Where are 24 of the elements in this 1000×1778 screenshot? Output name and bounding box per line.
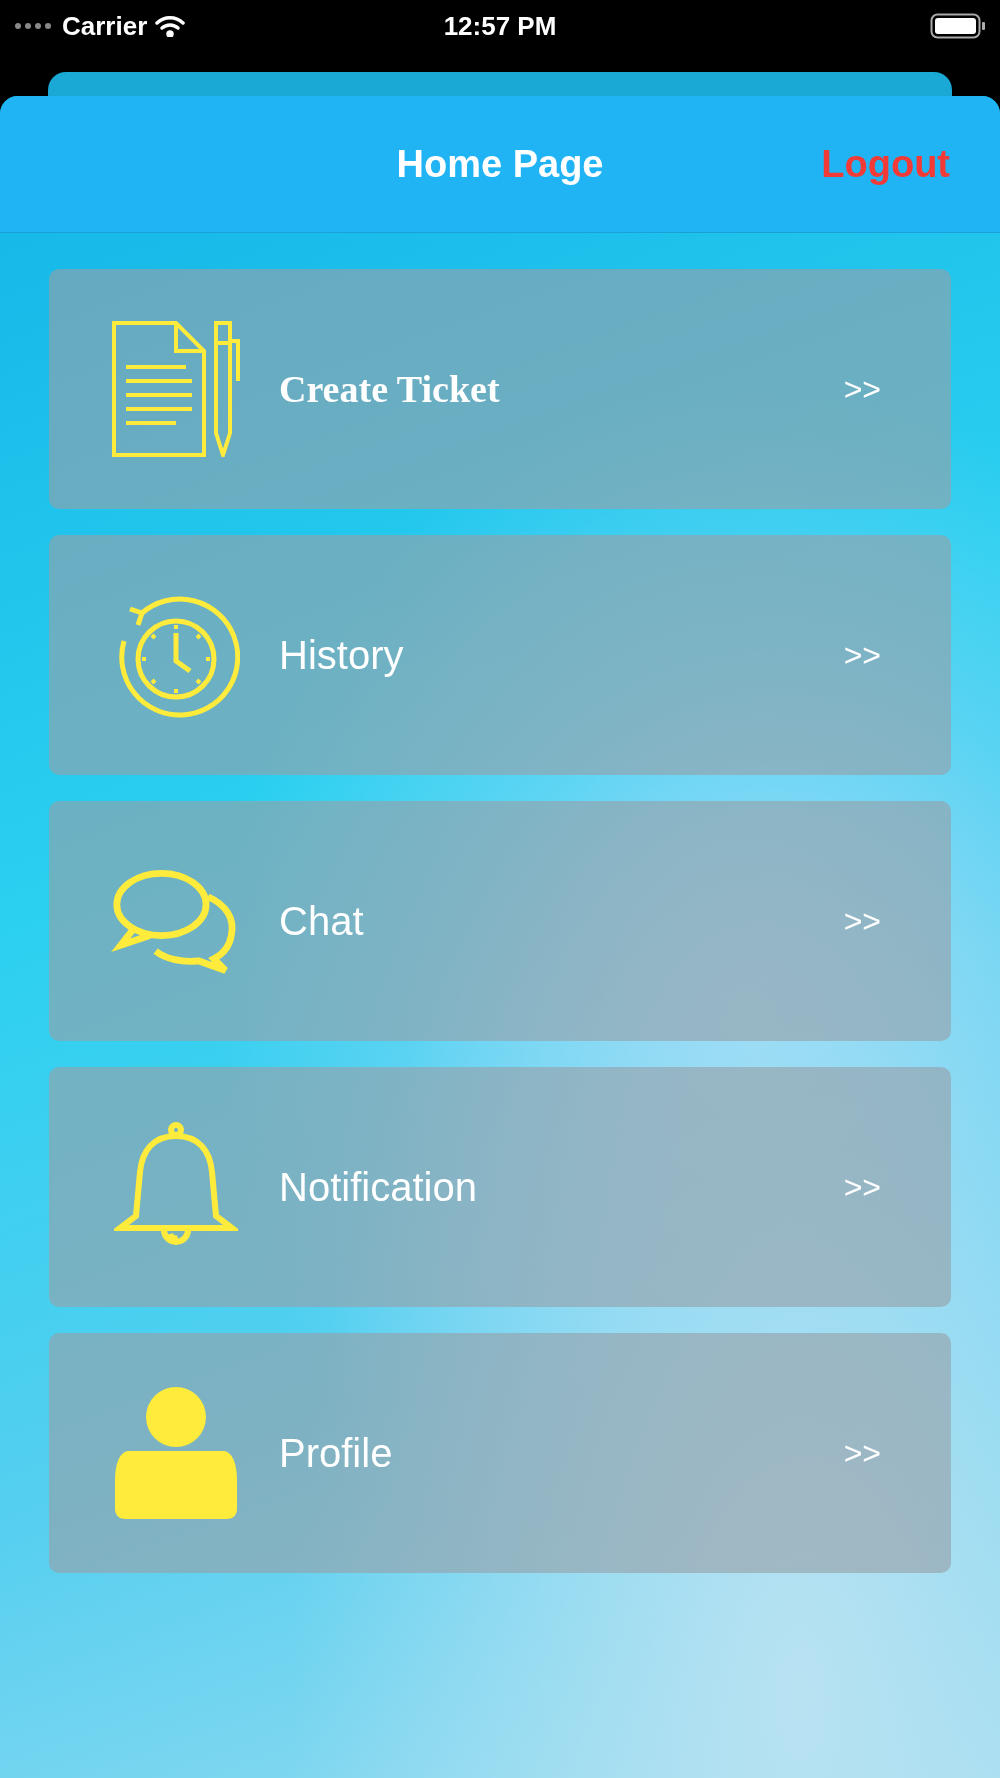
- menu-label: Create Ticket: [279, 367, 501, 411]
- chevron-text: >>: [843, 902, 881, 940]
- menu-label: History: [279, 632, 405, 678]
- chevron-text: >>: [843, 636, 881, 674]
- menu-card[interactable]: History >>: [49, 535, 951, 775]
- menu-card[interactable]: Notification >>: [49, 1067, 951, 1307]
- signal-icon: [14, 22, 54, 30]
- carrier-name: Carrier: [62, 10, 148, 42]
- user-icon: [115, 1387, 237, 1519]
- menu-card[interactable]: Chat >>: [49, 801, 951, 1041]
- document-pen-icon: [112, 321, 240, 457]
- menu-card[interactable]: Profile >>: [49, 1333, 951, 1573]
- battery-icon: [930, 13, 986, 39]
- menu-label: Notification: [279, 1164, 478, 1210]
- menu-label: Profile: [279, 1430, 394, 1476]
- chevron-text: >>: [843, 1168, 881, 1206]
- menu-card[interactable]: Create Ticket >>: [49, 269, 951, 509]
- wifi-icon: [155, 15, 186, 37]
- chevron-text: >>: [843, 370, 881, 408]
- status-time: 12:57 PM: [443, 10, 557, 41]
- menu-label: Chat: [279, 898, 365, 944]
- chevron-text: >>: [843, 1434, 881, 1472]
- page-title: Home Page: [396, 142, 604, 186]
- logout-link[interactable]: Logout: [821, 142, 950, 186]
